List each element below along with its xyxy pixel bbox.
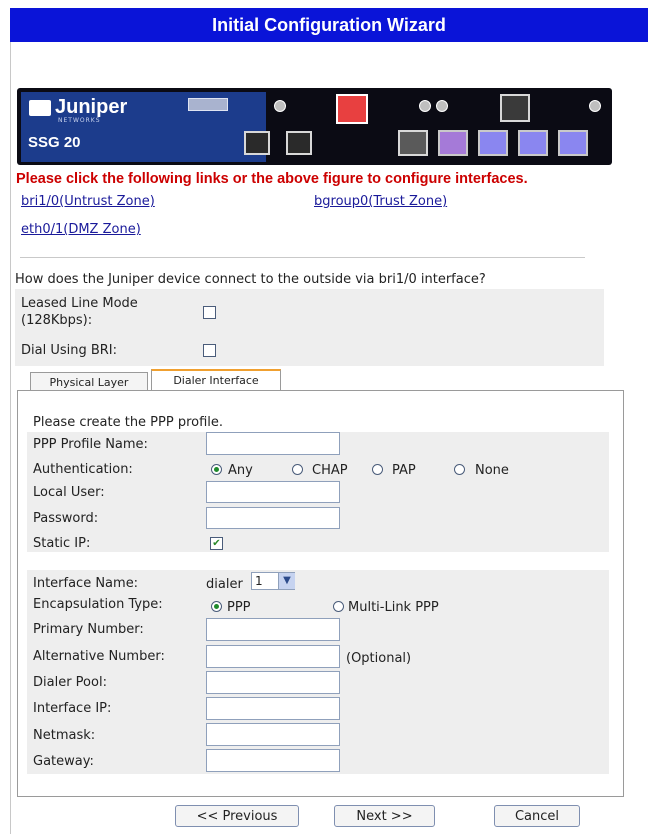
auth-none-label: None — [475, 463, 509, 478]
static-ip-checkbox[interactable]: ✔ — [210, 537, 223, 550]
device-brand-sub: NETWORKS — [58, 117, 101, 124]
local-user-input[interactable] — [206, 481, 340, 503]
separator-line — [20, 257, 585, 258]
encapsulation-label: Encapsulation Type: — [33, 597, 163, 612]
dialer-pool-input[interactable] — [206, 671, 340, 694]
auth-none-radio[interactable] — [454, 464, 465, 475]
screw-icon — [436, 100, 448, 112]
leased-line-checkbox[interactable] — [203, 306, 216, 319]
ppp-intro: Please create the PPP profile. — [33, 415, 224, 430]
interface-prefix: dialer — [206, 577, 243, 592]
auth-any-radio[interactable] — [211, 464, 222, 475]
eth0-1-port-icon[interactable] — [438, 130, 468, 156]
juniper-logo-icon — [29, 100, 51, 116]
auth-pap-label: PAP — [392, 463, 416, 478]
encap-ppp-label: PPP — [227, 600, 251, 615]
auth-pap-radio[interactable] — [372, 464, 383, 475]
screw-icon — [589, 100, 601, 112]
screw-icon — [419, 100, 431, 112]
leased-line-label: Leased Line Mode (128Kbps): — [21, 296, 138, 328]
eth0-3-port-icon[interactable] — [518, 130, 548, 156]
optional-hint: (Optional) — [346, 651, 412, 666]
password-label: Password: — [33, 511, 99, 526]
eth0-0-port-icon[interactable] — [398, 130, 428, 156]
alternative-number-input[interactable] — [206, 645, 340, 668]
ppp-profile-name-label: PPP Profile Name: — [33, 437, 148, 452]
wizard-title-bar: Initial Configuration Wizard — [10, 8, 648, 42]
link-dmz-zone[interactable]: eth0/1(DMZ Zone) — [21, 222, 141, 237]
eth0-4-port-icon[interactable] — [558, 130, 588, 156]
auth-any-label: Any — [228, 463, 253, 478]
local-user-label: Local User: — [33, 485, 105, 500]
interface-ip-label: Interface IP: — [33, 701, 112, 716]
interface-ip-input[interactable] — [206, 697, 340, 720]
dial-bri-label: Dial Using BRI: — [21, 343, 118, 358]
aux-port-icon — [286, 131, 312, 155]
encap-multilink-radio[interactable] — [333, 601, 344, 612]
console-port-icon — [244, 131, 270, 155]
link-untrust-zone[interactable]: bri1/0(Untrust Zone) — [21, 194, 155, 209]
netmask-input[interactable] — [206, 723, 340, 746]
dialer-pool-label: Dialer Pool: — [33, 675, 107, 690]
encap-ppp-radio[interactable] — [211, 601, 222, 612]
expansion-port-icon[interactable] — [500, 94, 530, 122]
ppp-profile-name-input[interactable] — [206, 432, 340, 455]
eth0-2-port-icon[interactable] — [478, 130, 508, 156]
device-model: SSG 20 — [28, 134, 81, 151]
alternative-number-label: Alternative Number: — [33, 649, 165, 664]
next-button[interactable]: Next >> — [334, 805, 435, 827]
left-border — [10, 42, 11, 834]
gateway-input[interactable] — [206, 749, 340, 772]
auth-chap-label: CHAP — [312, 463, 348, 478]
previous-button[interactable]: << Previous — [175, 805, 299, 827]
interface-number-value: 1 — [255, 574, 263, 588]
connection-question: How does the Juniper device connect to t… — [15, 272, 486, 287]
instruction-text: Please click the following links or the … — [16, 171, 528, 187]
encap-multilink-label: Multi-Link PPP — [348, 600, 439, 615]
primary-number-label: Primary Number: — [33, 622, 144, 637]
device-brand-name: Juniper — [55, 96, 128, 118]
chevron-down-icon[interactable]: ▼ — [278, 573, 295, 589]
static-ip-label: Static IP: — [33, 536, 91, 551]
link-trust-zone[interactable]: bgroup0(Trust Zone) — [314, 194, 447, 209]
password-input[interactable] — [206, 507, 340, 529]
status-leds-icon — [188, 98, 228, 111]
dial-bri-checkbox[interactable] — [203, 344, 216, 357]
auth-chap-radio[interactable] — [292, 464, 303, 475]
authentication-label: Authentication: — [33, 462, 133, 477]
cancel-button[interactable]: Cancel — [494, 805, 580, 827]
primary-number-input[interactable] — [206, 618, 340, 641]
netmask-label: Netmask: — [33, 728, 96, 743]
gateway-label: Gateway: — [33, 754, 94, 769]
wizard-title: Initial Configuration Wizard — [212, 15, 446, 35]
interface-name-label: Interface Name: — [33, 576, 139, 591]
